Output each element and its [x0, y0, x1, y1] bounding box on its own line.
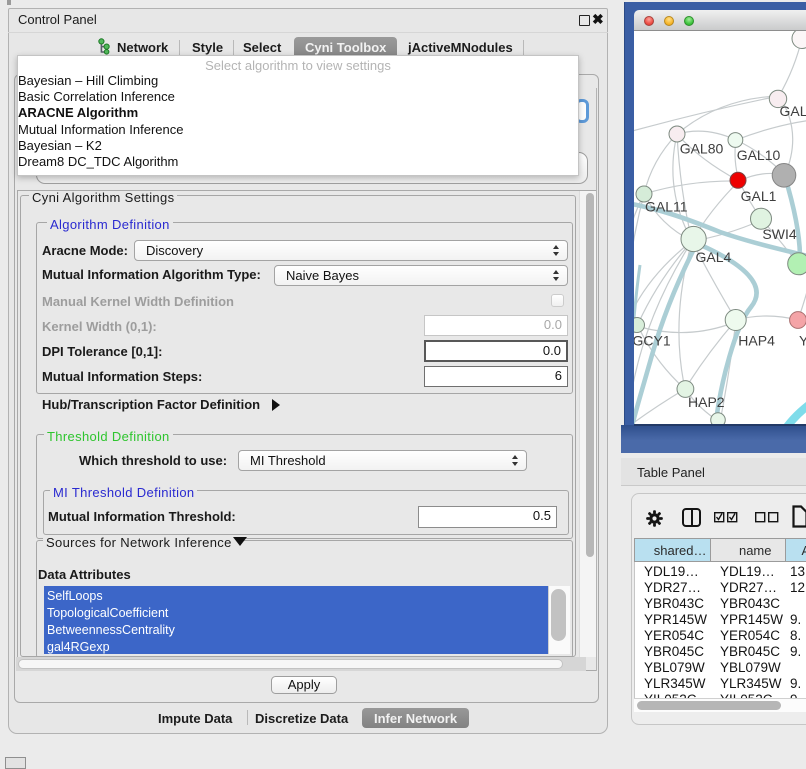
svg-text:GAL11: GAL11 [645, 199, 688, 215]
svg-text:GAL1: GAL1 [741, 188, 777, 204]
svg-text:HAP4: HAP4 [738, 333, 775, 349]
svg-text:GAL10: GAL10 [737, 147, 781, 163]
svg-text:Y: Y [799, 333, 806, 349]
svg-text:GCY1: GCY1 [634, 333, 671, 349]
svg-text:SWI4: SWI4 [762, 226, 796, 242]
svg-text:HAP2: HAP2 [688, 394, 725, 410]
svg-text:GAL80: GAL80 [680, 141, 724, 157]
svg-text:GAL7: GAL7 [780, 103, 806, 119]
svg-text:GAL4: GAL4 [696, 249, 732, 265]
